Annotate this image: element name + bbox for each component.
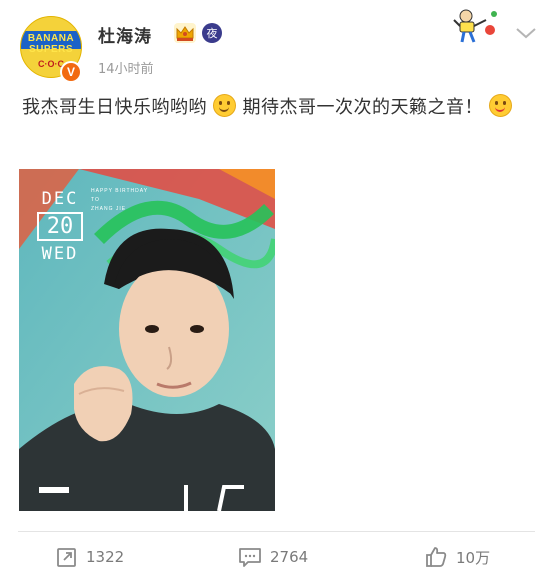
crown-icon[interactable] (173, 22, 197, 44)
post-time: 14小时前 (98, 62, 154, 77)
chevron-down-icon[interactable] (515, 26, 537, 40)
verified-badge: V (60, 61, 82, 83)
tongue-emoji-icon (489, 94, 513, 117)
smile-emoji-icon (213, 94, 237, 117)
repost-icon (57, 548, 76, 567)
comment-count: 2764 (270, 548, 309, 566)
post-text-part1: 我杰哥生日快乐哟哟哟 (22, 97, 207, 118)
repost-count: 1322 (86, 548, 125, 566)
photo-caption-line2: TO (91, 197, 100, 203)
photo-caption-line3: ZHANG JIE (91, 206, 127, 212)
comment-button[interactable]: 2764 (238, 544, 308, 570)
photo-day: 20 (37, 212, 83, 241)
photo-caption-line1: HAPPY BIRTHDAY (91, 188, 149, 194)
like-icon (426, 547, 447, 567)
photo-date-box: DEC 20 WED (37, 189, 83, 264)
post-text: 我杰哥生日快乐哟哟哟 期待杰哥一次次的天籁之音！ (22, 92, 537, 124)
repost-button[interactable]: 1322 (56, 544, 124, 570)
photo-caption: HAPPY BIRTHDAY TO ZHANG JIE (91, 187, 148, 214)
photo-month: DEC (41, 189, 79, 209)
avatar-text-top: BANANA SUPERS (27, 33, 75, 55)
night-badge-icon[interactable]: 夜 (202, 23, 222, 43)
like-button[interactable]: 10万 (424, 544, 490, 570)
action-divider (18, 531, 535, 532)
like-count: 10万 (456, 548, 491, 567)
comment-icon (239, 548, 261, 567)
username[interactable]: 杜海涛 (98, 22, 152, 47)
post-text-part2: 期待杰哥一次次的天籁之音！ (242, 97, 483, 118)
post-photo[interactable]: DEC 20 WED HAPPY BIRTHDAY TO ZHANG JIE (19, 169, 275, 511)
photo-weekday: WED (41, 244, 79, 264)
sticker-icon (453, 9, 497, 43)
